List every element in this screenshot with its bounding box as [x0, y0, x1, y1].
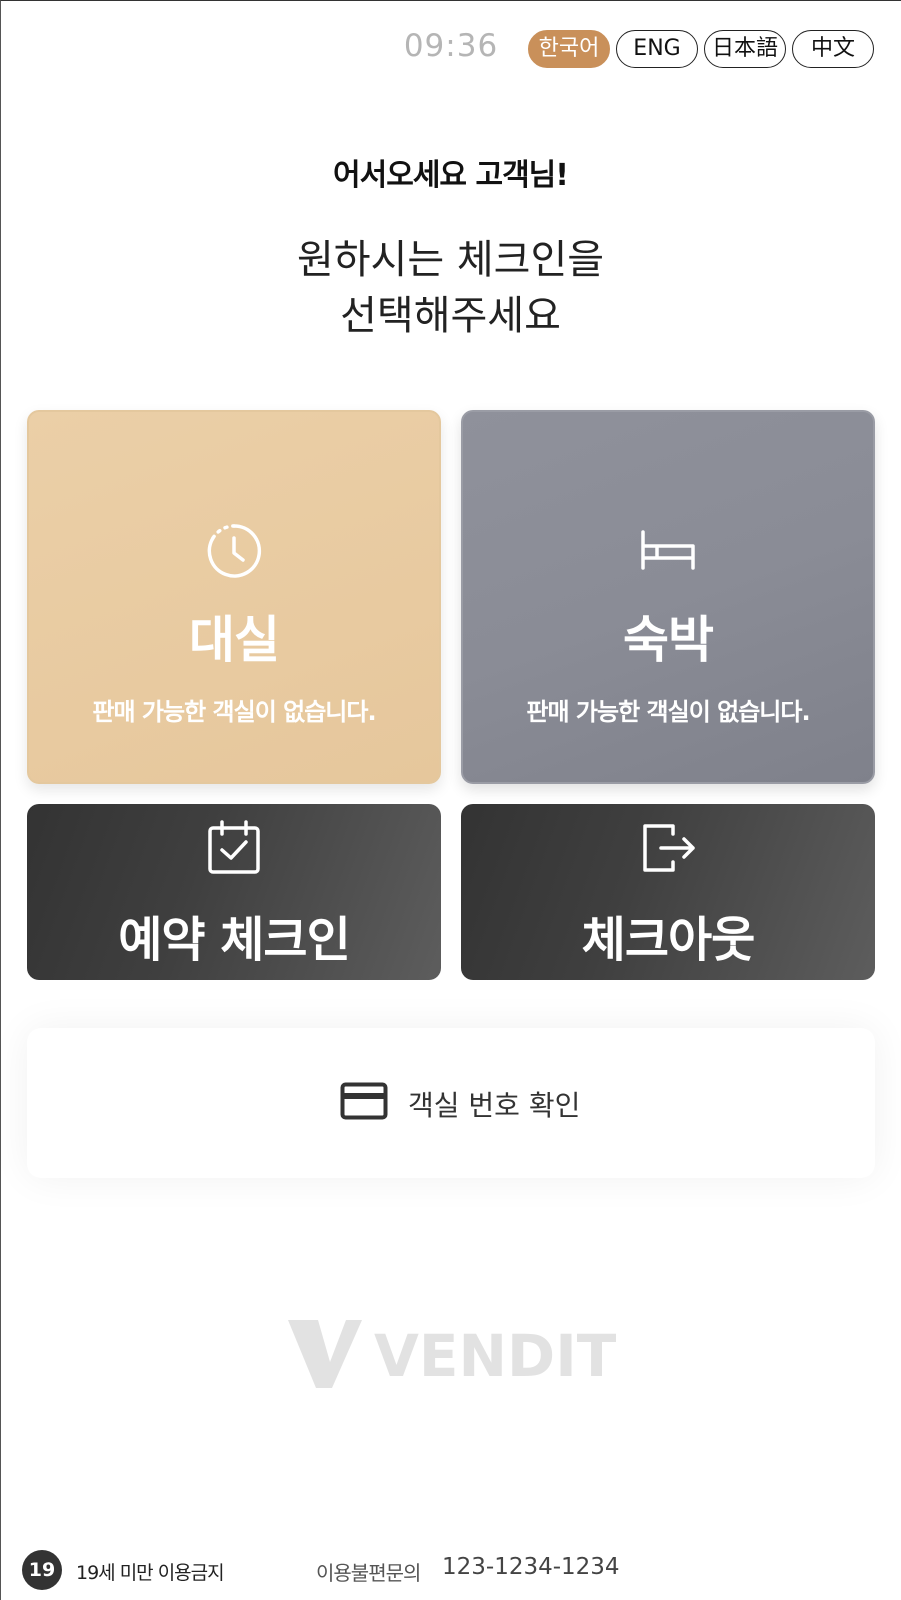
age-restriction-text: 19세 미만 이용금지 — [76, 1562, 225, 1584]
instruction-line-2: 선택해주세요 — [340, 293, 561, 339]
age-restriction-badge: 19 — [22, 1550, 62, 1590]
room-number-check-button[interactable]: 객실 번호 확인 — [27, 1028, 875, 1178]
daesil-tile-button[interactable]: 대실 판매 가능한 객실이 없습니다. — [27, 410, 441, 784]
daesil-subtitle: 판매 가능한 객실이 없습니다. — [92, 698, 376, 726]
room-number-check-label: 객실 번호 확인 — [408, 1089, 581, 1122]
clock-history-icon — [207, 524, 262, 578]
checkout-title: 체크아웃 — [581, 912, 756, 968]
instruction-text: 원하시는 체크인을 선택해주세요 — [0, 232, 901, 344]
calendar-check-icon — [208, 820, 260, 874]
greeting-title: 어서오세요 고객님! — [333, 158, 569, 193]
bed-icon — [641, 530, 695, 570]
reservation-checkin-title: 예약 체크인 — [118, 912, 351, 968]
vendit-logo: VENDIT — [288, 1320, 617, 1390]
sukbak-tile-button[interactable]: 숙박 판매 가능한 객실이 없습니다. — [461, 410, 875, 784]
logo-text: VENDIT — [374, 1322, 617, 1390]
daesil-title: 대실 — [189, 611, 280, 669]
lang-korean-button[interactable]: 한국어 — [528, 30, 610, 68]
lang-english-button[interactable]: ENG — [616, 30, 698, 68]
reservation-checkin-button[interactable]: 예약 체크인 — [27, 804, 441, 980]
lang-chinese-button[interactable]: 中文 — [792, 30, 874, 68]
contact-label: 이용불편문의 — [316, 1561, 421, 1585]
clock: 09:36 — [403, 28, 499, 64]
instruction-line-1: 원하시는 체크인을 — [296, 237, 605, 283]
sukbak-subtitle: 판매 가능한 객실이 없습니다. — [526, 698, 810, 726]
lang-japanese-button[interactable]: 日本語 — [704, 30, 786, 68]
checkout-button[interactable]: 체크아웃 — [461, 804, 875, 980]
card-icon — [340, 1082, 388, 1120]
contact-phone: 123-1234-1234 — [442, 1554, 620, 1580]
exit-door-icon — [643, 824, 695, 872]
sukbak-title: 숙박 — [623, 611, 714, 669]
